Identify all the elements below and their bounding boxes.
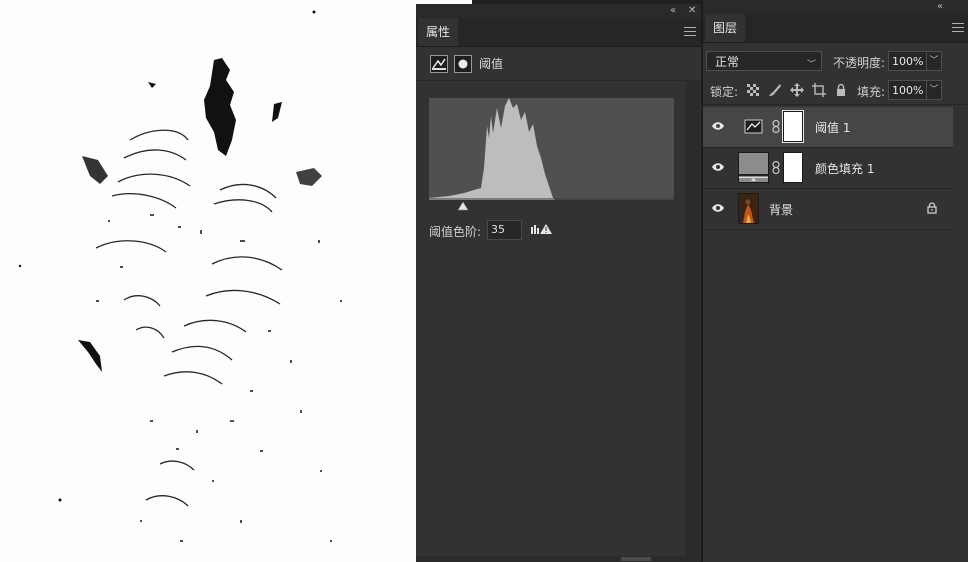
threshold-level-input[interactable] — [487, 220, 522, 240]
warning-icon[interactable] — [530, 222, 554, 236]
tab-layers[interactable]: 图层 — [705, 14, 746, 42]
properties-hscrollbar[interactable] — [416, 556, 701, 562]
eye-icon[interactable] — [711, 203, 725, 213]
chevron-down-icon: ﹀ — [806, 60, 816, 70]
brush-icon[interactable] — [768, 83, 782, 97]
move-icon[interactable] — [790, 83, 804, 97]
threshold-image — [18, 10, 342, 542]
layer-row-background[interactable]: 背景 — [703, 189, 953, 230]
eye-icon[interactable] — [711, 121, 725, 131]
histogram — [429, 98, 674, 200]
color-fill-thumbnail — [738, 152, 769, 183]
layer-name[interactable]: 阈值 1 — [815, 119, 850, 136]
collapse-icon[interactable]: « — [937, 1, 943, 13]
hscroll-thumb[interactable] — [621, 557, 651, 561]
document-canvas[interactable] — [0, 0, 416, 562]
mask-icon[interactable] — [454, 55, 472, 73]
artboard-icon[interactable] — [812, 83, 826, 97]
threshold-slider-handle[interactable] — [457, 201, 469, 211]
fill-dropdown[interactable]: ﹀ — [926, 80, 942, 100]
lock-label: 锁定: — [710, 85, 739, 99]
collapse-icon[interactable]: « — [670, 5, 676, 17]
blend-mode-value: 正常 — [715, 55, 740, 69]
close-icon[interactable]: ✕ — [688, 5, 696, 17]
lock-icon[interactable] — [834, 83, 848, 97]
panel-menu-icon[interactable] — [684, 27, 696, 37]
layer-row-threshold[interactable]: 阈值 1 — [703, 107, 953, 148]
panel-topbar: « ✕ — [416, 4, 701, 18]
eye-icon[interactable] — [711, 162, 725, 172]
opacity-label: 不透明度: — [833, 56, 886, 70]
adjustment-title: 阈值 — [479, 57, 504, 71]
properties-header: 阈值 — [416, 46, 701, 81]
layers-tab-bar: 图层 — [703, 14, 968, 43]
layer-name[interactable]: 背景 — [769, 201, 793, 218]
lock-icon[interactable] — [926, 202, 938, 214]
layer-mask-thumbnail[interactable] — [782, 110, 804, 143]
layers-panel: « 图层 正常 ﹀ 不透明度: 100% ﹀ 锁定: 填充: 100% ﹀ 阈值… — [703, 0, 968, 562]
background-thumbnail — [738, 193, 759, 224]
lock-fill-row: 锁定: 填充: 100% ﹀ — [703, 78, 968, 105]
link-icon[interactable] — [772, 120, 780, 133]
layer-row-color-fill[interactable]: 颜色填充 1 — [703, 148, 953, 189]
lock-transparent-icon[interactable] — [746, 83, 760, 97]
opacity-dropdown[interactable]: ﹀ — [926, 51, 942, 71]
threshold-level-label: 阈值色阶: — [429, 225, 482, 239]
blend-opacity-row: 正常 ﹀ 不透明度: 100% ﹀ — [703, 48, 968, 76]
layer-mask-thumbnail[interactable] — [783, 152, 803, 183]
blend-mode-select[interactable]: 正常 ﹀ — [706, 51, 822, 71]
panel-topbar: « — [703, 0, 968, 14]
link-icon[interactable] — [772, 161, 780, 174]
threshold-adjustment-icon — [738, 111, 769, 142]
tab-properties[interactable]: 属性 — [418, 18, 459, 46]
panel-menu-icon[interactable] — [952, 23, 964, 33]
layer-name[interactable]: 颜色填充 1 — [815, 160, 874, 177]
properties-panel: « ✕ 属性 阈值 阈值色阶: — [416, 4, 701, 562]
fill-label: 填充: — [857, 85, 886, 99]
properties-scrollbar[interactable] — [686, 80, 700, 558]
properties-tab-bar: 属性 — [416, 18, 701, 47]
threshold-adjustment-icon[interactable] — [430, 55, 448, 73]
